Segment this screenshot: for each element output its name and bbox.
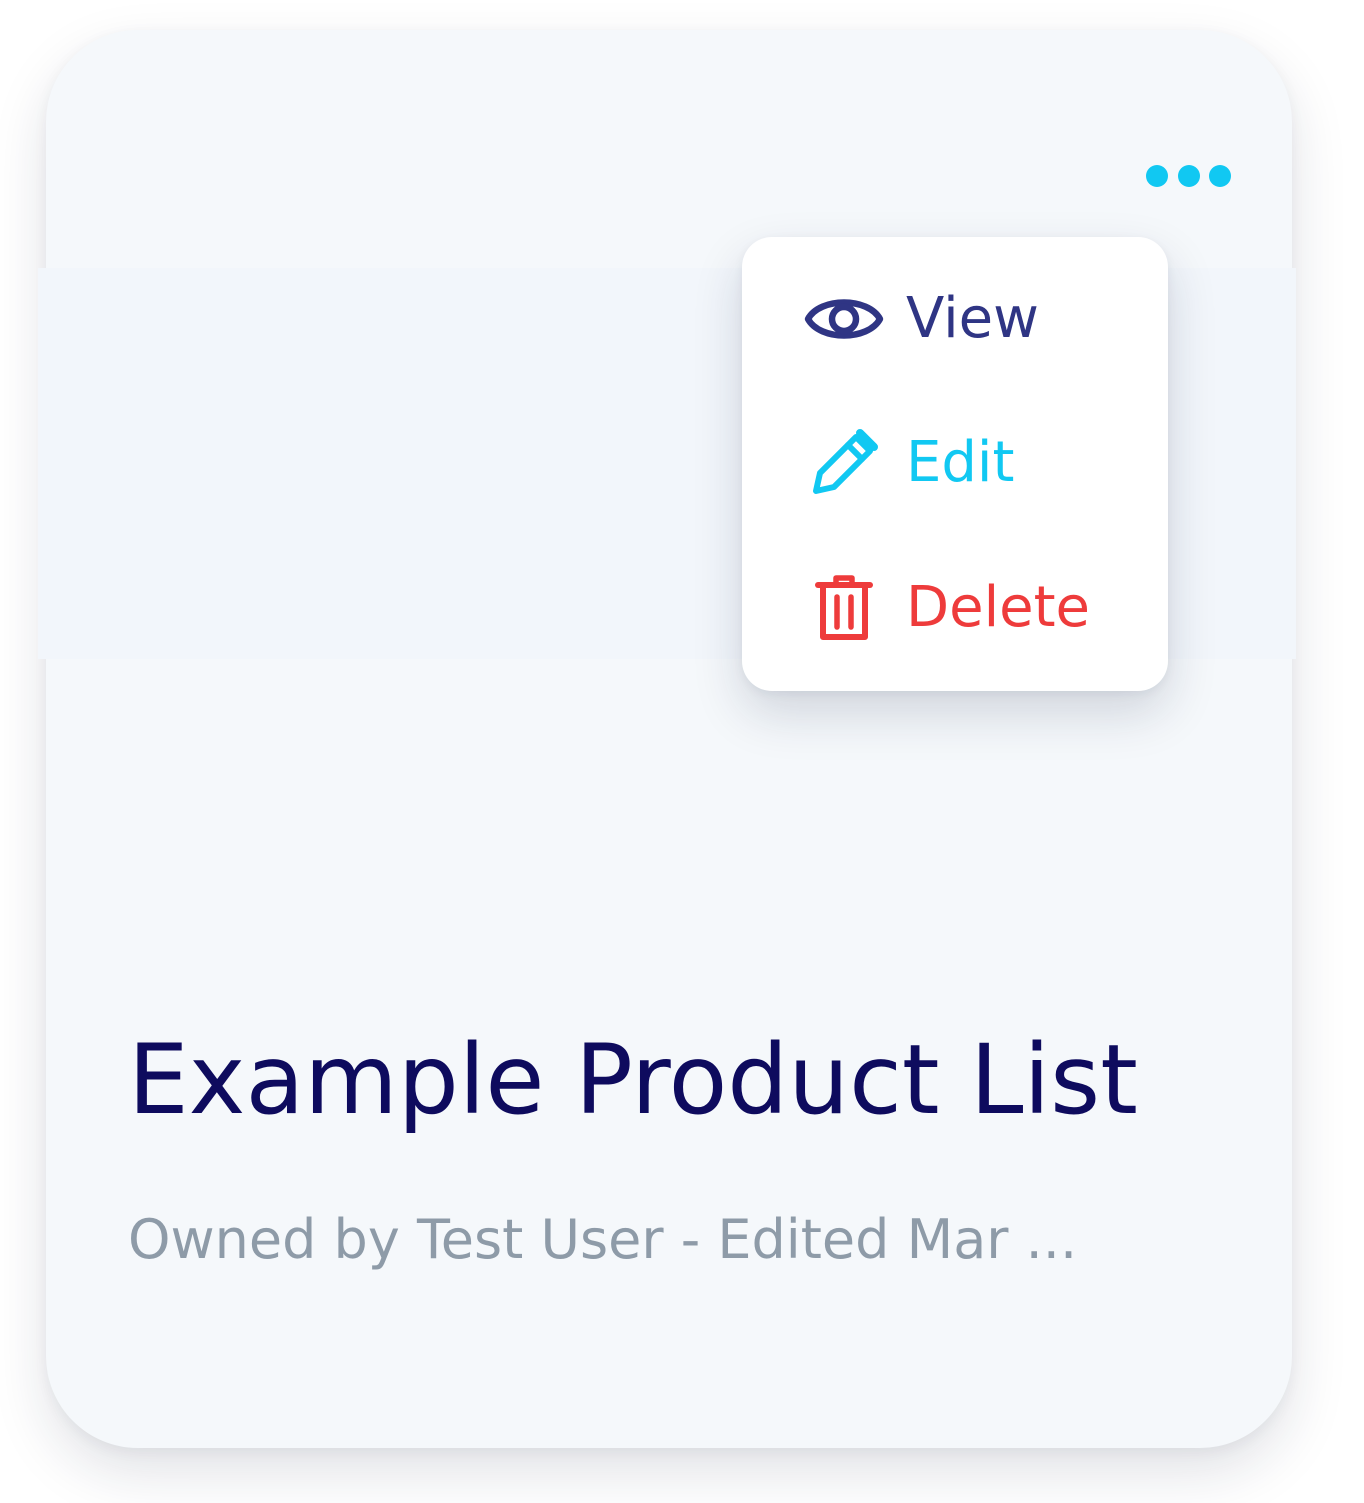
card-actions-menu: View Edit Delete <box>742 237 1168 691</box>
trash-icon <box>802 566 886 650</box>
menu-item-delete[interactable]: Delete <box>802 563 1142 653</box>
more-horizontal-icon <box>1146 165 1231 187</box>
menu-item-view[interactable]: View <box>802 274 1142 364</box>
more-options-button[interactable] <box>1140 154 1238 198</box>
menu-item-delete-label: Delete <box>906 575 1090 640</box>
card-meta-text: Owned by Test User - Edited Mar ... <box>128 1208 1078 1271</box>
menu-item-edit[interactable]: Edit <box>802 418 1142 508</box>
pencil-icon <box>802 421 886 505</box>
menu-item-view-label: View <box>906 286 1039 351</box>
card-title[interactable]: Example Product List <box>128 1027 1138 1134</box>
menu-item-edit-label: Edit <box>906 430 1015 495</box>
eye-icon <box>802 277 886 361</box>
